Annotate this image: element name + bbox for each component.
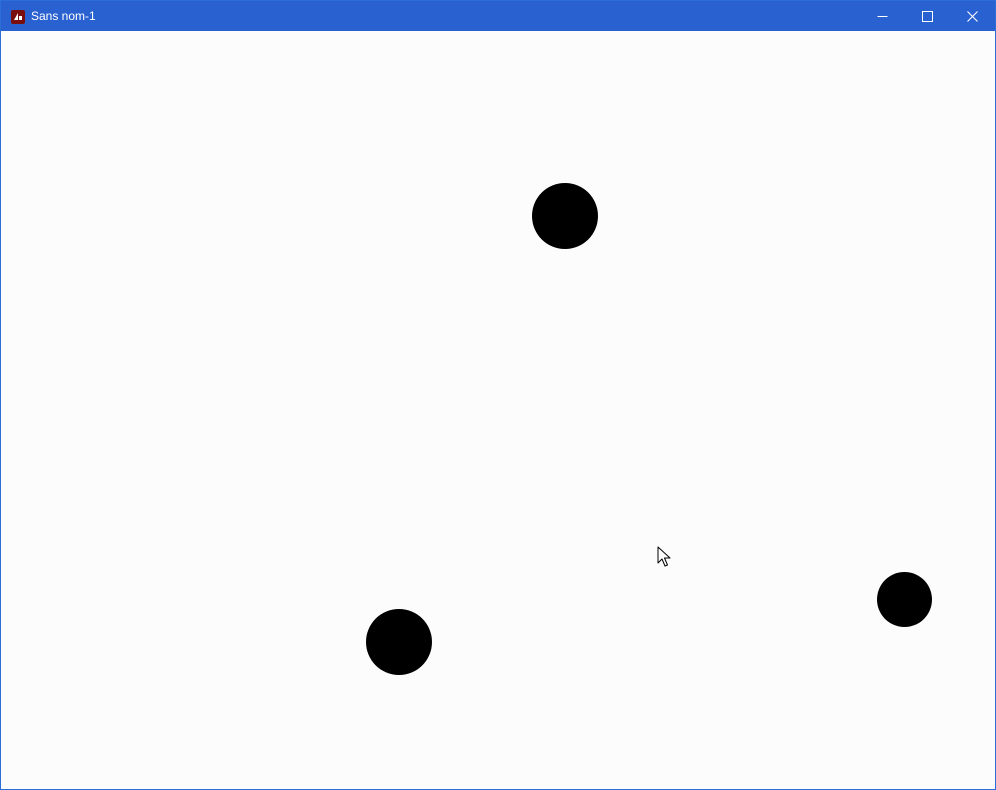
- ball-top: [532, 183, 598, 249]
- title-bar[interactable]: Sans nom-1: [1, 1, 995, 31]
- close-icon: [966, 10, 978, 22]
- minimize-button[interactable]: [859, 1, 905, 31]
- close-button[interactable]: [949, 1, 995, 31]
- sketch-canvas[interactable]: [1, 31, 995, 789]
- window-title: Sans nom-1: [31, 9, 96, 23]
- app-window: Sans nom-1: [0, 0, 996, 790]
- mouse-pointer-icon: [657, 546, 671, 568]
- ball-bottom-right: [877, 572, 932, 627]
- minimize-icon: [877, 11, 888, 22]
- ball-bottom-left: [366, 609, 432, 675]
- maximize-icon: [921, 10, 933, 22]
- maximize-button[interactable]: [904, 1, 950, 31]
- processing-app-icon: [11, 9, 25, 24]
